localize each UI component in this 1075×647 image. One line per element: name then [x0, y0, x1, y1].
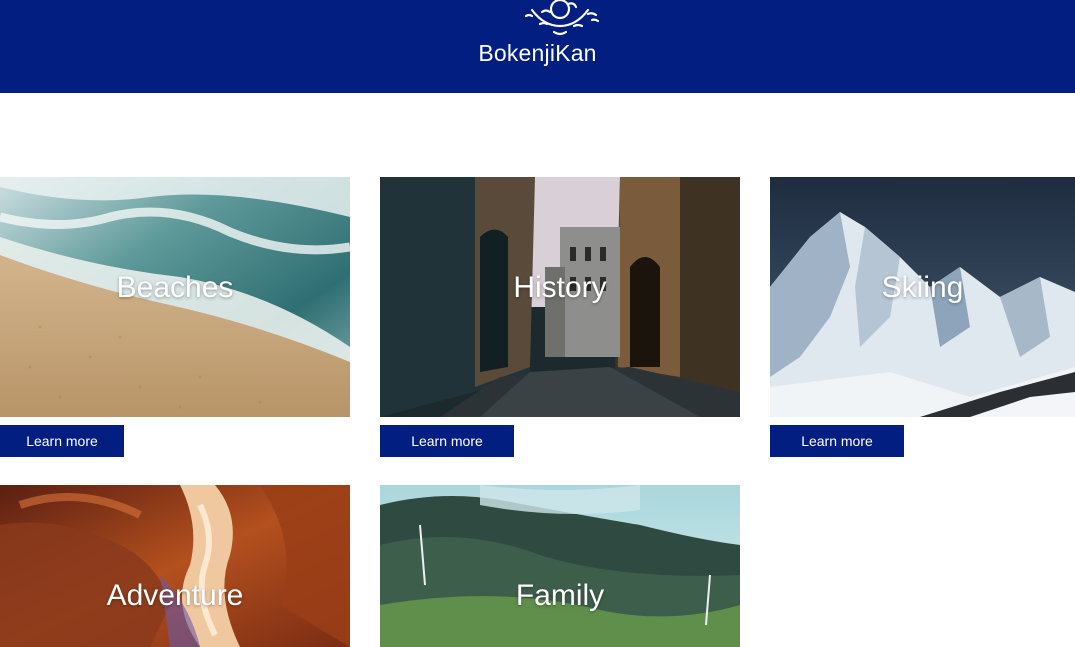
beach-shoreline-photo[interactable] — [0, 177, 350, 417]
site-brand-name[interactable]: BokenjiKan — [0, 40, 1075, 67]
sun-wave-logo-icon[interactable] — [518, 0, 602, 40]
destination-card-family: Family — [380, 485, 740, 647]
destination-card-adventure: Adventure — [0, 485, 350, 647]
learn-more-button[interactable]: Learn more — [770, 425, 904, 457]
green-valley-photo[interactable] — [380, 485, 740, 647]
destination-card-skiing: Skiing Learn more — [770, 177, 1075, 457]
snowy-mountain-photo[interactable] — [770, 177, 1075, 417]
slot-canyon-photo[interactable] — [0, 485, 350, 647]
destination-card-history: History Learn more — [380, 177, 740, 457]
site-header: BokenjiKan — [0, 0, 1075, 93]
old-town-street-photo[interactable] — [380, 177, 740, 417]
learn-more-button[interactable]: Learn more — [380, 425, 514, 457]
destination-card-beaches: Beaches Learn more — [0, 177, 350, 457]
learn-more-button[interactable]: Learn more — [0, 425, 124, 457]
